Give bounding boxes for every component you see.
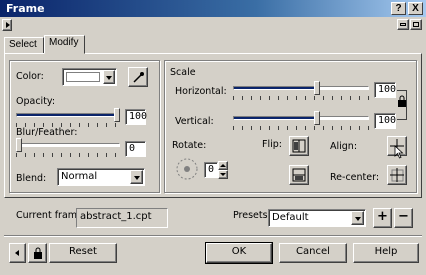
chevron-down-icon <box>106 76 112 80</box>
opacity-slider[interactable] <box>16 108 120 128</box>
close-title-button[interactable]: X <box>408 2 423 15</box>
scale-label: Scale <box>170 67 196 78</box>
vertical-label: Vertical: <box>175 116 214 127</box>
tab-select[interactable]: Select <box>4 37 44 54</box>
color-swatch <box>66 72 100 82</box>
blur-field[interactable]: 0 <box>125 141 146 157</box>
arrow-right-icon <box>6 22 10 28</box>
lock-button[interactable] <box>28 243 47 263</box>
eyedropper-button[interactable] <box>128 67 148 87</box>
recenter-label: Re-center: <box>330 172 380 183</box>
arrow-down-icon <box>220 173 226 176</box>
view-expand-button[interactable] <box>410 19 422 30</box>
opacity-label: Opacity: <box>16 96 56 107</box>
slider-ticks <box>16 153 120 157</box>
window-icon <box>413 22 419 27</box>
ok-button-face: OK <box>206 243 272 263</box>
reset-button[interactable]: Reset <box>49 243 117 263</box>
flip-horizontal-button[interactable] <box>289 136 309 156</box>
presets-dropdown-button[interactable] <box>351 211 364 225</box>
opacity-field[interactable]: 100 <box>125 109 147 125</box>
color-label: Color: <box>16 71 44 82</box>
mouse-cursor-icon <box>394 145 404 159</box>
add-preset-button[interactable]: + <box>373 208 392 228</box>
recenter-icon <box>390 168 404 182</box>
rotate-up-button[interactable] <box>218 161 228 170</box>
color-picker[interactable] <box>62 68 117 86</box>
separator <box>4 235 422 237</box>
slider-thumb[interactable] <box>314 81 320 95</box>
remove-preset-button[interactable]: − <box>394 208 413 228</box>
eyedropper-icon <box>133 72 144 83</box>
slider-thumb[interactable] <box>16 138 22 152</box>
tab-modify[interactable]: Modify <box>44 35 85 54</box>
rotate-dial-icon[interactable] <box>174 156 200 182</box>
presets-dropdown[interactable]: Default <box>268 209 366 227</box>
slider-fill <box>234 117 315 119</box>
flip-label: Flip: <box>262 139 282 150</box>
tab-label: Modify <box>49 37 79 48</box>
blend-value: Normal <box>61 171 98 182</box>
recenter-button[interactable] <box>387 165 407 185</box>
blend-dropdown-button[interactable] <box>130 170 143 184</box>
title-bar: Frame ? X <box>0 0 426 17</box>
presets-label: Presets: <box>233 210 271 221</box>
flip-horizontal-icon <box>292 139 306 153</box>
color-dropdown-button[interactable] <box>103 70 115 84</box>
blur-label: Blur/Feather: <box>16 127 78 138</box>
window-title: Frame <box>6 2 45 15</box>
horizontal-field[interactable]: 100 <box>374 82 396 98</box>
current-frame-field: abstract_1.cpt <box>76 208 168 228</box>
help-button[interactable]: Help <box>353 243 419 263</box>
blend-dropdown[interactable]: Normal <box>57 168 145 186</box>
slider-ticks <box>233 126 369 130</box>
ok-button[interactable]: OK <box>205 242 273 264</box>
prev-arrow-button[interactable] <box>9 243 26 263</box>
rotate-down-button[interactable] <box>218 170 228 179</box>
blur-slider[interactable] <box>16 138 120 158</box>
blend-label: Blend: <box>16 173 47 184</box>
align-label: Align: <box>330 141 358 152</box>
presets-value: Default <box>272 212 309 223</box>
chevron-down-icon <box>355 217 361 221</box>
rotate-label: Rotate: <box>172 140 207 151</box>
expand-arrow-button[interactable] <box>2 19 12 31</box>
flip-vertical-icon <box>292 168 306 182</box>
window-icon <box>400 23 406 26</box>
vertical-scale-slider[interactable] <box>233 111 369 131</box>
arrow-left-icon <box>15 250 19 256</box>
help-title-button[interactable]: ? <box>391 2 406 15</box>
chevron-down-icon <box>134 176 140 180</box>
rotate-field[interactable]: 0 <box>204 162 218 178</box>
slider-fill <box>17 114 115 116</box>
flip-vertical-button[interactable] <box>289 165 309 185</box>
lock-icon <box>34 247 42 259</box>
slider-fill <box>234 87 315 89</box>
slider-thumb[interactable] <box>314 111 320 125</box>
slider-thumb[interactable] <box>114 108 120 122</box>
arrow-up-icon <box>220 164 226 167</box>
lock-icon[interactable] <box>397 95 407 108</box>
slider-ticks <box>233 96 369 100</box>
cancel-button[interactable]: Cancel <box>279 243 347 263</box>
horizontal-scale-slider[interactable] <box>233 81 369 101</box>
horizontal-label: Horizontal: <box>175 86 227 97</box>
vertical-field[interactable]: 100 <box>374 113 396 129</box>
tab-label: Select <box>9 39 37 50</box>
view-compact-button[interactable] <box>397 19 409 30</box>
